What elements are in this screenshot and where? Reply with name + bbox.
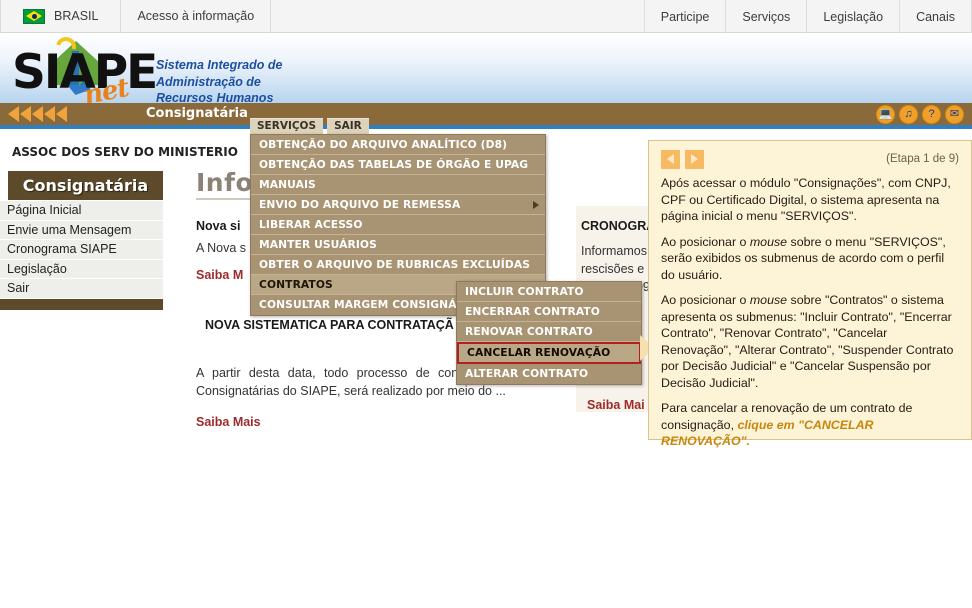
submenu-item-incluir-contrato[interactable]: INCLUIR CONTRATO [457, 282, 641, 302]
chevron-left-decor-icon [8, 106, 67, 122]
wave-icon[interactable]: ♫ [899, 105, 918, 124]
menu-item-manter-usuarios[interactable]: MANTER USUÁRIOS [251, 235, 545, 255]
brasil-link[interactable]: BRASIL [0, 0, 122, 33]
logo-subtitle-line-2: Administração de [156, 74, 261, 89]
article-3-heading: NOVA SISTEMATICA PARA CONTRATAÇÃ [205, 318, 454, 332]
sidebar-footer-bar [0, 298, 163, 310]
module-title: Consignatária [146, 106, 248, 121]
prev-arrow-icon[interactable] [661, 149, 680, 169]
menu-item-envio-arquivo-remessa[interactable]: ENVIO DO ARQUIVO DE REMESSA [251, 195, 545, 215]
article-1-heading: Nova si [196, 219, 241, 233]
top-icon-group: 💻 ♫ ? ✉ [876, 105, 964, 124]
sidebar-item-legislacao[interactable]: Legislação [0, 259, 163, 279]
next-arrow-icon[interactable] [685, 149, 704, 169]
page-title-underline [196, 198, 254, 200]
tab-servicos[interactable]: SERVIÇOS [250, 118, 324, 134]
help-icon[interactable]: ? [922, 105, 941, 124]
menu-item-obtencao-tabelas-orgao-upag[interactable]: OBTENÇÃO DAS TABELAS DE ÓRGÃO E UPAG [251, 155, 545, 175]
gov-link-servicos[interactable]: Serviços [726, 0, 808, 33]
brasil-label: BRASIL [54, 9, 99, 23]
module-bar: Consignatária [0, 103, 972, 125]
menu-item-manuais[interactable]: MANUAIS [251, 175, 545, 195]
menu-item-envio-arquivo-remessa-label: ENVIO DO ARQUIVO DE REMESSA [259, 198, 461, 211]
blue-divider [0, 125, 972, 129]
tooltip-step-counter: (Etapa 1 de 9) [886, 153, 959, 165]
tooltip-paragraph-2: Ao posicionar o mouse sobre o menu "SERV… [661, 234, 959, 284]
menu-contratos-submenu: INCLUIR CONTRATO ENCERRAR CONTRATO RENOV… [456, 281, 642, 385]
tooltip-paragraph-1: Após acessar o módulo "Consignações", co… [661, 176, 951, 223]
tooltip-p2-emphasis: mouse [749, 234, 788, 249]
organization-name: ASSOC DOS SERV DO MINISTERIO [12, 145, 238, 159]
gov-bar-left: BRASIL Acesso à informação [0, 0, 272, 33]
gov-bar: BRASIL Acesso à informação Participe Ser… [0, 0, 972, 33]
submenu-item-alterar-contrato[interactable]: ALTERAR CONTRATO [457, 364, 641, 384]
siape-logo[interactable]: SIAPE net Sistema Integrado de Administr… [8, 33, 428, 105]
article-2-heading: CRONOGRA [581, 219, 656, 233]
monitor-icon[interactable]: 💻 [876, 105, 895, 124]
article-3-link[interactable]: Saiba Mais [196, 415, 261, 429]
gov-link-canais[interactable]: Canais [900, 0, 972, 33]
sidebar-menu: Página Inicial Envie uma Mensagem Cronog… [0, 201, 163, 310]
page-title: Info [196, 168, 254, 197]
tooltip-p3-part-a: Ao posicionar o [661, 293, 750, 307]
submenu-item-renovar-contrato[interactable]: RENOVAR CONTRATO [457, 322, 641, 342]
sidebar-item-pagina-inicial[interactable]: Página Inicial [0, 201, 163, 221]
tooltip-p3-part-b: sobre "Contratos" o sistema apresenta os… [661, 293, 954, 390]
help-tooltip-panel: (Etapa 1 de 9) Após acessar o módulo "Co… [648, 140, 972, 448]
tab-sair[interactable]: SAIR [327, 118, 369, 134]
sidebar-item-envie-mensagem[interactable]: Envie uma Mensagem [0, 220, 163, 240]
menu-item-obter-arquivo-rubricas-excluidas[interactable]: OBTER O ARQUIVO DE RUBRICAS EXCLUÍDAS [251, 255, 545, 275]
menu-item-obtencao-arquivo-analitico[interactable]: OBTENÇÃO DO ARQUIVO ANALÍTICO (D8) [251, 135, 545, 155]
mail-icon[interactable]: ✉ [945, 105, 964, 124]
tooltip-paragraph-3: Ao posicionar o mouse sobre "Contratos" … [661, 292, 959, 391]
gov-link-participe[interactable]: Participe [645, 0, 727, 33]
menu-tab-bar: SERVIÇOS SAIR [250, 118, 369, 134]
sidebar-header: Consignatária [8, 171, 163, 200]
brazil-flag-icon [23, 8, 45, 24]
logo-subtitle: Sistema Integrado de Administração de Re… [156, 57, 282, 105]
submenu-item-encerrar-contrato[interactable]: ENCERRAR CONTRATO [457, 302, 641, 322]
page-root: BRASIL Acesso à informação Participe Ser… [0, 0, 972, 608]
acesso-informacao-link[interactable]: Acesso à informação [121, 0, 272, 33]
article-1-link[interactable]: Saiba M [196, 268, 243, 282]
sidebar-item-sair[interactable]: Sair [0, 279, 163, 299]
submenu-item-cancelar-renovacao[interactable]: CANCELAR RENOVAÇÃO [457, 342, 641, 364]
tooltip-header: (Etapa 1 de 9) [661, 149, 959, 169]
gov-link-legislacao[interactable]: Legislação [807, 0, 901, 33]
chevron-right-icon [533, 201, 539, 209]
sidebar-item-cronograma-siape[interactable]: Cronograma SIAPE [0, 240, 163, 260]
gov-bar-right: Participe Serviços Legislação Canais [645, 0, 972, 33]
tooltip-p3-emphasis: mouse [749, 293, 788, 307]
logo-subtitle-line-1: Sistema Integrado de [156, 58, 283, 72]
menu-item-liberar-acesso[interactable]: LIBERAR ACESSO [251, 215, 545, 235]
tooltip-paragraph-4: Para cancelar a renovação de um contrato… [661, 400, 959, 450]
gov-bar-spacer [271, 0, 645, 32]
site-banner: SIAPE net Sistema Integrado de Administr… [0, 33, 972, 105]
tooltip-p2-part-a: Ao posicionar o [661, 234, 750, 249]
